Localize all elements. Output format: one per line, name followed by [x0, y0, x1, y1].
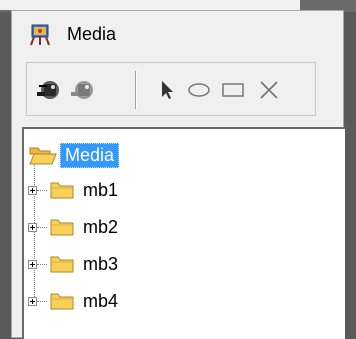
connect-tool-icon — [37, 81, 59, 99]
ellipse-tool-button[interactable] — [183, 74, 215, 106]
media-app-icon — [30, 24, 50, 46]
media-tree-view[interactable]: Media mb1 mb2 mb3 mb4 — [22, 127, 345, 339]
disconnect-tool-button[interactable] — [67, 74, 99, 106]
pointer-tool-button[interactable] — [151, 74, 183, 106]
expand-toggle[interactable] — [28, 259, 37, 269]
tree-connector — [37, 300, 47, 302]
title-bar[interactable]: Media — [12, 11, 343, 57]
tree-node-label[interactable]: mb1 — [83, 180, 118, 201]
tree-root-node[interactable]: Media — [28, 141, 120, 169]
tree-node-mb1[interactable]: mb1 — [28, 175, 118, 205]
tree-node-label[interactable]: mb2 — [83, 217, 118, 238]
delete-tool-button[interactable] — [253, 74, 285, 106]
rectangle-tool-icon — [222, 83, 244, 97]
expand-toggle[interactable] — [28, 296, 37, 306]
tree-node-mb3[interactable]: mb3 — [28, 249, 118, 279]
open-folder-icon — [29, 147, 57, 165]
expand-toggle[interactable] — [28, 185, 37, 195]
tree-connector — [37, 189, 47, 191]
ellipse-tool-icon — [188, 83, 210, 97]
toolbar-separator — [135, 71, 137, 109]
folder-icon — [50, 219, 74, 236]
folder-icon — [50, 293, 74, 310]
background-top-light — [0, 0, 300, 10]
rectangle-tool-button[interactable] — [217, 74, 249, 106]
delete-tool-icon — [260, 81, 278, 99]
expand-toggle[interactable] — [28, 222, 37, 232]
tree-root-label[interactable]: Media — [60, 142, 120, 168]
pointer-tool-icon — [162, 81, 173, 99]
tree-node-mb2[interactable]: mb2 — [28, 212, 118, 242]
disconnect-tool-icon — [71, 81, 93, 99]
window-title: Media — [67, 24, 117, 44]
tree-node-label[interactable]: mb3 — [83, 254, 118, 275]
toolbar — [26, 62, 316, 116]
tree-connector — [37, 226, 47, 228]
folder-icon — [50, 182, 74, 199]
folder-icon — [50, 256, 74, 273]
tree-node-label[interactable]: mb4 — [83, 291, 118, 312]
media-window: Media Media mb1 mb2 mb3 mb4 — [11, 10, 345, 339]
tree-connector — [37, 263, 47, 265]
tree-node-mb4[interactable]: mb4 — [28, 286, 118, 316]
connect-tool-button[interactable] — [33, 74, 65, 106]
